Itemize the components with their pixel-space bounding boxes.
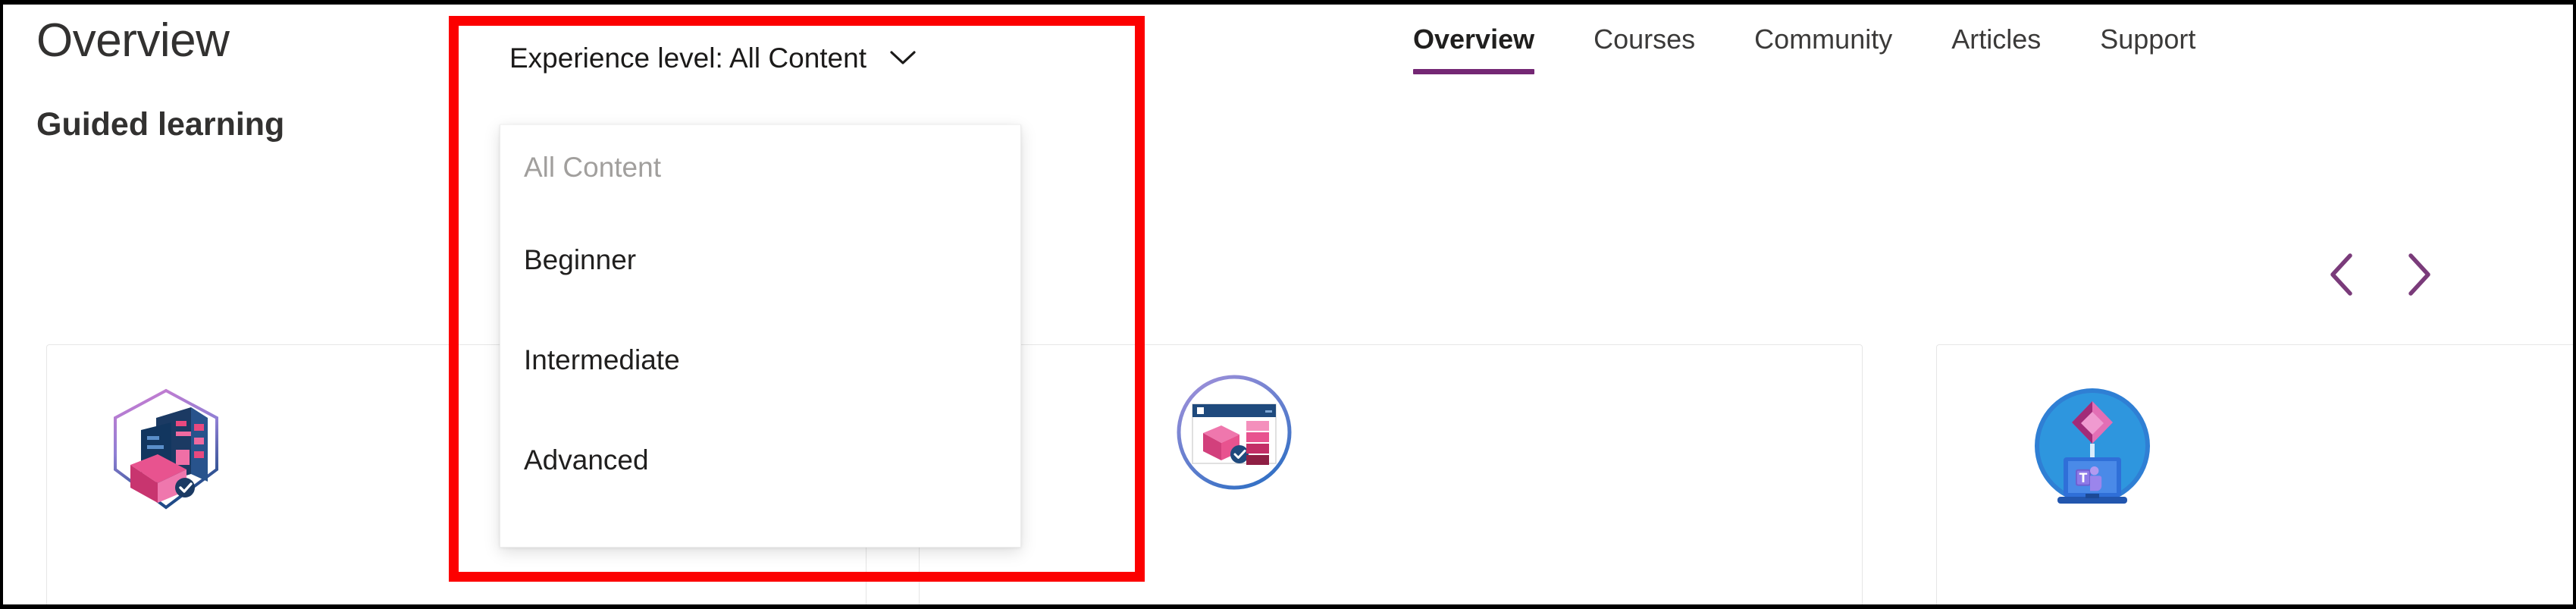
top-navigation: Overview Courses Community Articles Supp… <box>1413 17 2535 77</box>
app-page: Overview Guided learning Overview Course… <box>0 0 2576 609</box>
nav-tab-label: Community <box>1754 24 1893 55</box>
carousel-navigation <box>2323 244 2497 305</box>
dropdown-option-label: Advanced <box>524 444 649 476</box>
experience-level-dropdown-menu: All Content Beginner Intermediate Advanc… <box>500 124 1021 548</box>
dropdown-option-label: All Content <box>524 152 661 183</box>
nav-tab-courses[interactable]: Courses <box>1594 17 1695 74</box>
experience-level-dropdown-trigger[interactable]: Experience level: All Content <box>509 39 918 77</box>
nav-tab-community[interactable]: Community <box>1754 17 1892 74</box>
dropdown-option-advanced[interactable]: Advanced <box>500 410 1020 510</box>
dropdown-option-label: Beginner <box>524 244 637 275</box>
dropdown-trigger-label: Experience level: All Content <box>509 42 867 74</box>
circle-browser-cube-icon <box>1170 368 1299 497</box>
nav-tab-label: Overview <box>1413 24 1535 55</box>
section-title: Guided learning <box>36 106 285 143</box>
page-title: Overview <box>36 14 230 67</box>
nav-tab-label: Courses <box>1594 24 1696 55</box>
dropdown-option-all-content[interactable]: All Content <box>500 125 1020 210</box>
nav-tab-support[interactable]: Support <box>2100 17 2195 74</box>
dropdown-option-label: Intermediate <box>524 344 680 375</box>
guided-learning-card[interactable] <box>1936 344 2573 604</box>
nav-tab-label: Articles <box>1951 24 2042 55</box>
circle-power-platform-teams-icon <box>2028 381 2157 510</box>
hexagon-data-cube-icon <box>102 385 230 513</box>
chevron-right-icon[interactable] <box>2399 251 2438 298</box>
dropdown-option-intermediate[interactable]: Intermediate <box>500 310 1020 410</box>
nav-tab-overview[interactable]: Overview <box>1413 17 1535 74</box>
nav-tab-label: Support <box>2100 24 2196 55</box>
chevron-left-icon[interactable] <box>2323 251 2362 298</box>
guided-learning-card[interactable] <box>919 344 1863 604</box>
dropdown-option-beginner[interactable]: Beginner <box>500 210 1020 310</box>
chevron-down-icon <box>888 39 918 77</box>
nav-tab-articles[interactable]: Articles <box>1951 17 2041 74</box>
